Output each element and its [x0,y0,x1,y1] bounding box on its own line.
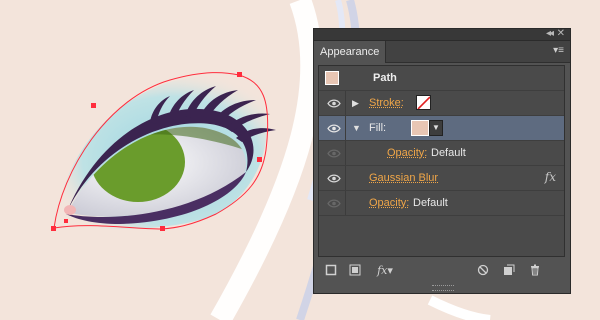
stroke-none-swatch[interactable] [416,95,431,110]
stroke-label[interactable]: Stroke: [369,97,404,109]
list-item-opacity[interactable]: Opacity: Default [319,191,564,216]
visibility-eye-icon[interactable] [327,174,341,183]
fill-opacity-label[interactable]: Opacity: [387,147,427,159]
expand-triangle-icon[interactable]: ▶ [352,97,359,109]
panel-title-bar[interactable]: ◂◂ ✕ [314,27,570,41]
visibility-eye-icon[interactable] [327,124,341,133]
divider [345,116,346,140]
panel-tab-bar: Appearance ▾≡ [314,41,570,63]
list-item-path[interactable]: Path [319,66,564,91]
divider [345,166,346,190]
path-thumbnail [325,71,339,85]
clear-appearance-icon[interactable] [476,264,490,278]
list-item-gaussian-blur[interactable]: Gaussian Blur fx [319,166,564,191]
list-item-fill-opacity[interactable]: Opacity: Default [319,141,564,166]
collapse-icon[interactable]: ◂◂ [546,27,554,41]
path-label: Path [373,72,397,84]
add-new-stroke-icon[interactable] [324,264,338,278]
appearance-list: Path ▶ Stroke: ▼ Fill: ▼ Opacity: Defaul… [318,65,565,257]
fill-color-swatch[interactable] [411,120,429,136]
fill-dropdown-arrow-icon[interactable]: ▼ [429,120,443,136]
appearance-panel: ◂◂ ✕ Appearance ▾≡ Path ▶ Stroke: ▼ Fill… [313,28,571,294]
fx-icon[interactable]: fx [545,170,556,184]
visibility-eye-icon[interactable] [327,199,341,208]
trash-icon[interactable] [528,264,542,278]
collapse-triangle-icon[interactable]: ▼ [352,122,361,134]
visibility-eye-icon[interactable] [327,149,341,158]
hair-stroke [427,295,491,320]
resize-grip[interactable] [432,285,454,291]
fill-opacity-value: Default [431,147,466,159]
panel-footer-toolbar: fx▾ [314,261,570,283]
opacity-value: Default [413,197,448,209]
tab-label: Appearance [320,46,380,58]
add-new-effect-icon[interactable]: fx▾ [374,264,396,278]
opacity-label[interactable]: Opacity: [369,197,409,209]
divider [345,141,346,165]
visibility-eye-icon[interactable] [327,99,341,108]
tab-appearance[interactable]: Appearance [314,41,386,63]
list-item-stroke[interactable]: ▶ Stroke: [319,91,564,116]
divider [345,91,346,115]
panel-menu-icon[interactable]: ▾≡ [553,45,564,57]
add-new-fill-icon[interactable] [348,264,362,278]
list-item-fill[interactable]: ▼ Fill: ▼ [319,116,564,141]
duplicate-item-icon[interactable] [502,264,516,278]
gaussian-blur-label[interactable]: Gaussian Blur [369,172,438,184]
fill-label[interactable]: Fill: [369,122,386,134]
fx-label: fx [377,264,388,277]
close-icon[interactable]: ✕ [557,28,565,40]
divider [345,191,346,215]
tear-duct [64,205,76,215]
